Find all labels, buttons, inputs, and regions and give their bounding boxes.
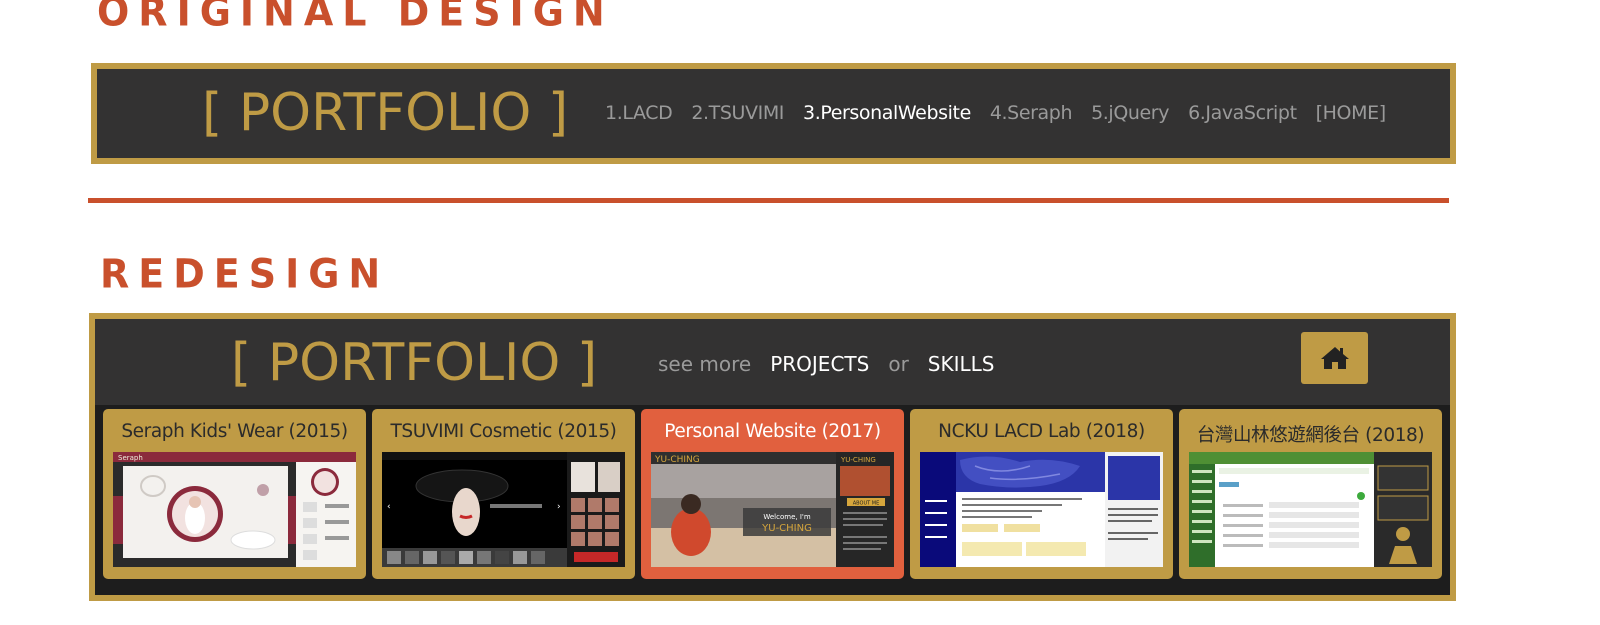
card-title: NCKU LACD Lab (2018)	[938, 421, 1145, 442]
seraph-thumbnail: Seraph	[113, 452, 356, 567]
tsuvimi-thumbnail: ‹ ›	[382, 452, 625, 567]
project-cards: Seraph Kids' Wear (2015) Seraph TSUVIMI …	[103, 409, 1442, 579]
redesign-nav: see more PROJECTS or SKILLS	[658, 352, 995, 376]
redesign-heading: REDESIGN	[100, 250, 390, 298]
svg-text:YU-CHING: YU-CHING	[761, 523, 812, 534]
svg-text:‹: ‹	[387, 502, 391, 512]
redesign-header-bar: [ PORTFOLIO ] see more PROJECTS or SKILL…	[95, 319, 1450, 405]
card-title: Seraph Kids' Wear (2015)	[121, 421, 348, 442]
ncku-lacd-thumbnail	[920, 452, 1163, 567]
personal-website-thumbnail: YU-CHING Welcome, I'm YU-CHING YU-CHING …	[651, 452, 894, 567]
original-portfolio-logo[interactable]: [ PORTFOLIO ]	[202, 83, 568, 143]
project-card-personal-website[interactable]: Personal Website (2017) YU-CHING Welcome…	[641, 409, 904, 579]
original-nav: 1.LACD 2.TSUVIMI 3.PersonalWebsite 4.Ser…	[605, 102, 1386, 124]
nav-link-seraph[interactable]: 4.Seraph	[990, 102, 1073, 124]
home-icon	[1320, 347, 1349, 369]
project-card-seraph[interactable]: Seraph Kids' Wear (2015) Seraph	[103, 409, 366, 579]
project-card-ncku-lacd[interactable]: NCKU LACD Lab (2018)	[910, 409, 1173, 579]
see-more-label: see more	[658, 352, 752, 376]
project-card-tsuvimi[interactable]: TSUVIMI Cosmetic (2015) ‹ ›	[372, 409, 635, 579]
svg-text:YU-CHING: YU-CHING	[840, 456, 876, 464]
original-design-heading: ORIGINAL DESIGN	[97, 0, 614, 36]
seraph-brand: Seraph	[118, 454, 143, 462]
card-title: TSUVIMI Cosmetic (2015)	[390, 421, 617, 442]
skills-link[interactable]: SKILLS	[928, 352, 995, 376]
project-card-taiwan-forest[interactable]: 台灣山林悠遊網後台 (2018)	[1179, 409, 1442, 579]
home-button[interactable]	[1301, 332, 1368, 384]
or-label: or	[888, 352, 909, 376]
nav-link-personal-website[interactable]: 3.PersonalWebsite	[803, 102, 971, 124]
card-title: Personal Website (2017)	[664, 421, 881, 442]
section-divider	[88, 198, 1449, 203]
welcome-text: Welcome, I'm	[763, 513, 810, 521]
nav-link-jquery[interactable]: 5.jQuery	[1091, 102, 1169, 124]
original-header-bar: [ PORTFOLIO ] 1.LACD 2.TSUVIMI 3.Persona…	[91, 63, 1456, 164]
redesign-header-frame: [ PORTFOLIO ] see more PROJECTS or SKILL…	[89, 313, 1456, 601]
card-title: 台灣山林悠遊網後台 (2018)	[1196, 425, 1425, 446]
nav-link-javascript[interactable]: 6.JavaScript	[1188, 102, 1297, 124]
nav-link-home[interactable]: [HOME]	[1316, 102, 1386, 124]
projects-link[interactable]: PROJECTS	[770, 352, 869, 376]
taiwan-forest-thumbnail	[1189, 452, 1432, 567]
nav-link-tsuvimi[interactable]: 2.TSUVIMI	[691, 102, 784, 124]
svg-text:›: ›	[557, 502, 561, 512]
about-text: ABOUT ME	[853, 501, 879, 507]
redesign-portfolio-logo[interactable]: [ PORTFOLIO ]	[231, 333, 597, 393]
nav-link-lacd[interactable]: 1.LACD	[605, 102, 673, 124]
personal-brand: YU-CHING	[654, 455, 700, 465]
